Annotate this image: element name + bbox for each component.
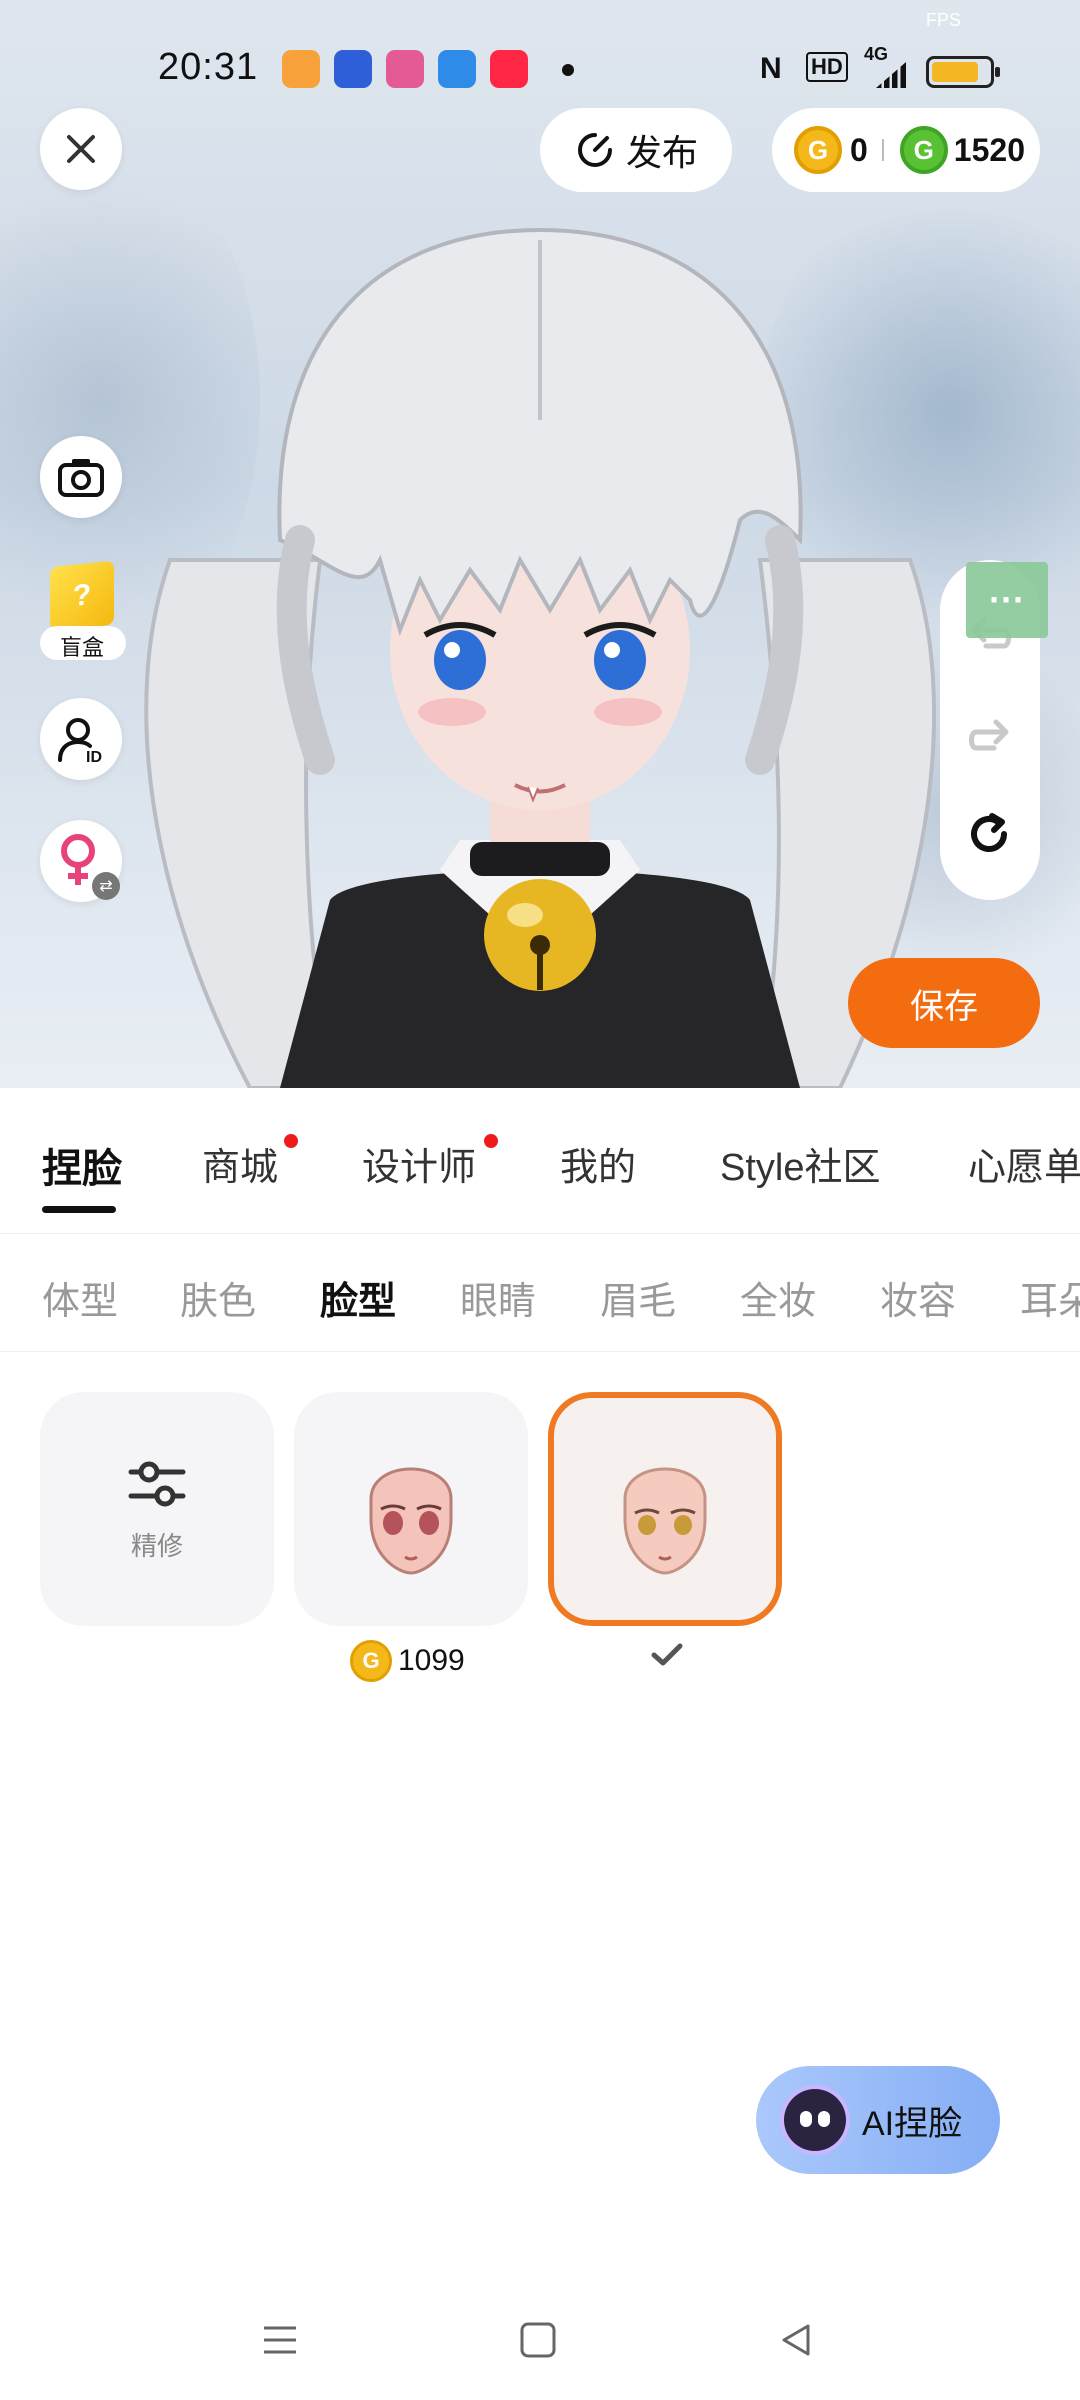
gender-switch-button[interactable]: ⇄ <box>40 820 122 902</box>
publish-icon <box>578 133 612 167</box>
camera-icon <box>58 459 104 497</box>
publish-button[interactable]: 发布 <box>540 108 732 192</box>
app-notification-icon <box>490 50 528 88</box>
back-nav-button[interactable] <box>766 2310 826 2370</box>
publish-label: 发布 <box>625 132 698 173</box>
sliders-icon <box>128 1461 186 1506</box>
main-tab-bar: 捏脸 商城 设计师 我的 Style社区 心愿单 <box>0 1088 1080 1234</box>
menu-nav-button[interactable] <box>250 2310 310 2370</box>
reset-icon[interactable] <box>964 810 1016 862</box>
face-thumbnail <box>369 1467 453 1575</box>
close-icon <box>67 135 95 163</box>
currency-balance[interactable]: G 0 G 1520 <box>772 108 1040 192</box>
more-options-button[interactable]: ··· <box>966 562 1048 638</box>
app-notification-icon <box>438 50 476 88</box>
robot-icon <box>784 2089 846 2151</box>
face-option-card[interactable] <box>294 1392 528 1626</box>
notification-dot <box>484 1134 498 1148</box>
fps-label: FPS <box>926 10 962 30</box>
status-time: 20:31 <box>158 46 259 88</box>
active-tab-indicator <box>42 1206 116 1213</box>
more-notifications-dot <box>562 64 574 76</box>
save-button[interactable]: 保存 <box>848 958 1040 1048</box>
network-icon: 4G <box>864 44 889 64</box>
tab-body-type[interactable]: 体型 <box>42 1270 118 1325</box>
home-nav-button[interactable] <box>508 2310 568 2370</box>
battery-icon <box>926 56 1000 88</box>
tab-skin-color[interactable]: 肤色 <box>180 1270 256 1325</box>
tab-shop[interactable]: 商城 <box>202 1136 278 1191</box>
gold-coin-count: 0 <box>850 131 868 168</box>
tab-face-shape[interactable]: 脸型 <box>320 1270 396 1325</box>
save-label: 保存 <box>910 987 978 1026</box>
tab-wishlist[interactable]: 心愿单 <box>968 1136 1080 1191</box>
back-triangle-icon <box>782 2324 810 2356</box>
blind-box-label: 盲盒 <box>60 635 105 660</box>
option-price: G 1099 <box>350 1640 465 1682</box>
menu-icon <box>264 2326 296 2354</box>
gold-coin-icon: G <box>794 126 842 174</box>
status-bar: 20:31 N HD 4G FPS <box>0 10 1080 100</box>
fine-tune-label: 精修 <box>130 1530 183 1561</box>
app-notification-icon <box>386 50 424 88</box>
tab-eyes[interactable]: 眼睛 <box>460 1270 536 1325</box>
svg-text:ID: ID <box>86 749 102 764</box>
notification-dot <box>284 1134 298 1148</box>
category-tab-bar: 体型 肤色 脸型 眼睛 眉毛 全妆 妆容 耳朵 <box>0 1234 1080 1352</box>
close-button[interactable] <box>40 108 122 190</box>
tab-mine[interactable]: 我的 <box>560 1136 636 1191</box>
fine-tune-card[interactable]: 精修 <box>40 1392 274 1626</box>
swap-icon: ⇄ <box>92 872 120 900</box>
blind-box-icon: ? <box>50 560 114 632</box>
ai-face-label: AI捏脸 <box>862 2104 963 2143</box>
price-value: 1099 <box>398 1644 465 1677</box>
blind-box-button[interactable]: ? 盲盒 <box>40 560 126 664</box>
home-square-icon <box>520 2322 556 2358</box>
app-notification-icon <box>282 50 320 88</box>
divider <box>881 139 884 161</box>
avatar-preview[interactable]: 20:31 N HD 4G FPS 发布 G 0 G 1520 ? 盲盒 ID … <box>0 0 1080 1088</box>
tab-face-edit[interactable]: 捏脸 <box>42 1136 122 1194</box>
tab-makeup[interactable]: 妆容 <box>880 1270 956 1325</box>
gold-coin-icon: G <box>350 1640 392 1682</box>
system-navigation-bar <box>0 2300 1080 2400</box>
signal-icon <box>876 62 906 88</box>
app-notification-icon <box>334 50 372 88</box>
redo-icon[interactable] <box>964 710 1016 762</box>
green-coin-count: 1520 <box>953 131 1025 168</box>
user-id-icon: ID <box>58 718 102 764</box>
face-option-card-selected[interactable] <box>548 1392 782 1626</box>
more-icon: ··· <box>989 579 1025 620</box>
ai-face-button[interactable]: AI捏脸 <box>756 2066 1000 2174</box>
nfc-icon: N <box>760 52 782 85</box>
tab-designer[interactable]: 设计师 <box>362 1136 476 1191</box>
tab-ears[interactable]: 耳朵 <box>1020 1270 1080 1325</box>
face-thumbnail <box>623 1467 707 1575</box>
green-coin-icon: G <box>899 126 948 174</box>
selected-check-icon <box>651 1643 683 1666</box>
avatar-id-button[interactable]: ID <box>40 698 122 780</box>
hd-icon: HD <box>806 52 848 82</box>
tab-full-makeup[interactable]: 全妆 <box>740 1270 816 1325</box>
camera-button[interactable] <box>40 436 122 518</box>
tab-eyebrows[interactable]: 眉毛 <box>600 1270 676 1325</box>
tab-style-community[interactable]: Style社区 <box>720 1136 880 1191</box>
